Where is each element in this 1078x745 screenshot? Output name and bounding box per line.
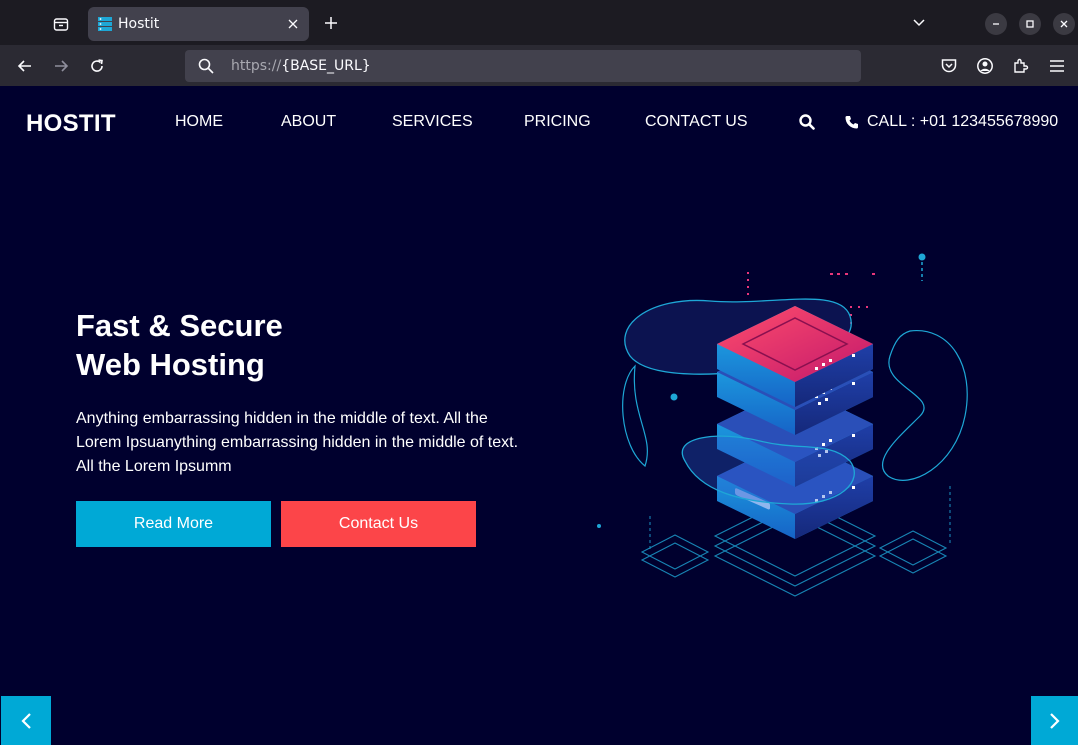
tab-bar: Hostit: [0, 0, 1078, 45]
minimize-icon[interactable]: [985, 13, 1007, 35]
maximize-icon[interactable]: [1019, 13, 1041, 35]
url-text: https://{BASE_URL}: [231, 58, 371, 74]
search-icon[interactable]: [798, 113, 818, 133]
nav-pricing[interactable]: PRICING: [524, 113, 591, 131]
chevron-right-icon: [1049, 713, 1060, 729]
tab-title: Hostit: [118, 16, 160, 32]
tab-overview-icon[interactable]: [44, 8, 78, 40]
server-illustration: [597, 253, 968, 597]
pocket-icon[interactable]: [938, 55, 960, 77]
call-text: CALL : +01 123455678990: [867, 113, 1059, 130]
search-icon: [198, 58, 214, 74]
browser-window: Hostit https://{BASE_URL}: [0, 0, 1078, 86]
forward-arrow-icon[interactable]: [48, 53, 74, 79]
account-icon[interactable]: [974, 55, 996, 77]
nav-contact-us[interactable]: CONTACT US: [645, 113, 748, 131]
new-tab-icon[interactable]: [318, 10, 344, 36]
contact-us-button[interactable]: Contact Us: [281, 501, 476, 547]
url-bar[interactable]: https://{BASE_URL}: [185, 50, 861, 82]
site-logo[interactable]: HOSTIT: [26, 110, 116, 138]
nav-home[interactable]: HOME: [175, 113, 223, 131]
slider-next-button[interactable]: [1031, 696, 1078, 745]
url-address: {BASE_URL}: [281, 58, 371, 74]
back-arrow-icon[interactable]: [12, 53, 38, 79]
phone-icon: [845, 116, 858, 129]
url-protocol: https://: [231, 58, 282, 74]
chevron-left-icon: [21, 713, 31, 729]
extensions-icon[interactable]: [1010, 55, 1032, 77]
nav-services[interactable]: SERVICES: [392, 113, 473, 131]
hero-title-line1: Fast & Secure: [76, 308, 283, 343]
reload-icon[interactable]: [84, 53, 110, 79]
hero-title: Fast & Secure Web Hosting: [76, 306, 283, 384]
call-info[interactable]: CALL : +01 123455678990: [845, 113, 1058, 131]
nav-about[interactable]: ABOUT: [281, 113, 336, 131]
hamburger-menu-icon[interactable]: [1046, 55, 1068, 77]
hero-description: Anything embarrassing hidden in the midd…: [76, 410, 519, 475]
slider-prev-button[interactable]: [1, 696, 51, 745]
page-content: HOSTIT HOME ABOUT SERVICES PRICING CONTA…: [0, 86, 1078, 745]
browser-tab[interactable]: Hostit: [88, 7, 309, 41]
server-favicon-icon: [98, 17, 112, 31]
window-close-icon[interactable]: [1053, 13, 1075, 35]
chevron-down-icon[interactable]: [908, 12, 930, 34]
nav-toolbar: https://{BASE_URL}: [0, 45, 1078, 86]
hero-title-line2: Web Hosting: [76, 347, 265, 382]
tab-close-icon[interactable]: [283, 14, 303, 34]
read-more-button[interactable]: Read More: [76, 501, 271, 547]
